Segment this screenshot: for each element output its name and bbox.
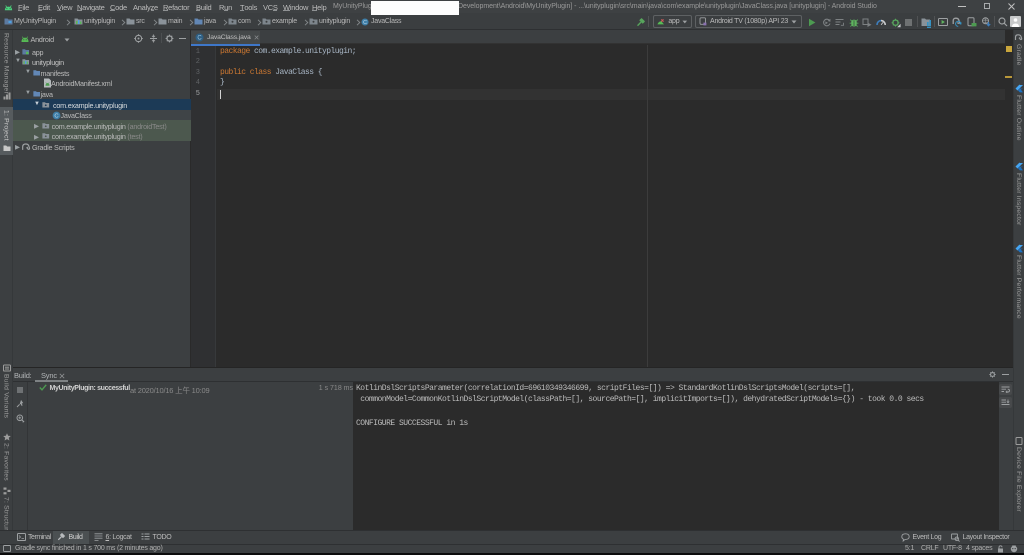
svg-text:C: C (54, 113, 58, 119)
svg-text:C: C (363, 19, 367, 25)
